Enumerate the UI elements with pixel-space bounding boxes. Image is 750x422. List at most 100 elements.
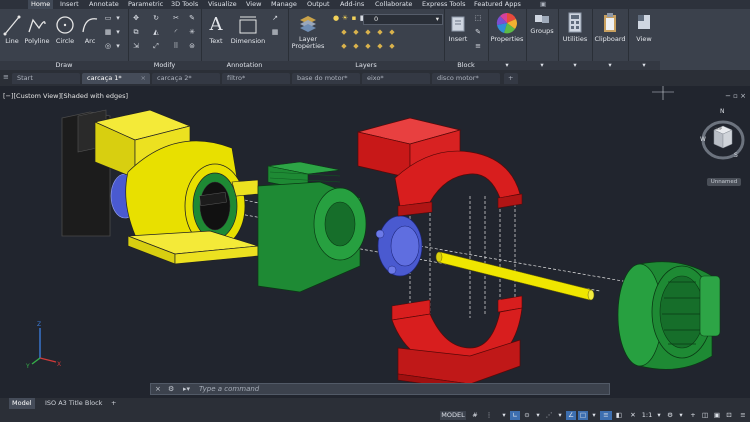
dropdown-icon[interactable]: ▾ bbox=[556, 411, 564, 420]
layer-tool-icon[interactable]: ◆ bbox=[340, 43, 348, 50]
command-input[interactable]: Type a command bbox=[199, 384, 259, 395]
object-snap-tracking-icon[interactable]: ∠ bbox=[566, 411, 576, 420]
dropdown-icon[interactable]: ▾ bbox=[655, 411, 663, 420]
rotate-icon[interactable]: ↻ bbox=[152, 15, 160, 22]
snap-icon[interactable]: ⋮ bbox=[484, 411, 494, 420]
annotation-panel-label[interactable]: Annotation bbox=[201, 61, 288, 70]
explode-icon[interactable]: ✳ bbox=[188, 29, 196, 36]
tab-insert[interactable]: Insert bbox=[60, 0, 79, 9]
create-block-icon[interactable]: ⬚ bbox=[474, 15, 482, 22]
doc-tab-start[interactable]: Start bbox=[12, 73, 80, 84]
layer-tool-icon[interactable]: ◆ bbox=[352, 43, 360, 50]
erase-icon[interactable]: ✎ bbox=[188, 15, 196, 22]
tab-featured-apps[interactable]: Featured Apps bbox=[474, 0, 521, 9]
dropdown-icon[interactable]: ▾ bbox=[500, 411, 508, 420]
hardware-acceleration-icon[interactable]: ◫ bbox=[700, 411, 710, 420]
viewcube-west[interactable]: W bbox=[700, 136, 706, 143]
utilities-dropdown[interactable]: ▾ bbox=[558, 61, 592, 70]
dimension-button[interactable]: Dimension bbox=[229, 14, 267, 45]
edit-block-icon[interactable]: ✎ bbox=[474, 29, 482, 36]
lightbulb-icon[interactable]: ● bbox=[332, 15, 340, 22]
fillet-icon[interactable]: ◜ bbox=[172, 29, 180, 36]
tab-output[interactable]: Output bbox=[307, 0, 330, 9]
lock-icon[interactable]: ▪ bbox=[350, 15, 358, 22]
plus-icon[interactable]: + bbox=[688, 411, 698, 420]
clean-screen-icon[interactable]: ⊡ bbox=[724, 411, 734, 420]
layer-tool-icon[interactable]: ◆ bbox=[388, 43, 396, 50]
ucs-named-badge[interactable]: Unnamed bbox=[707, 178, 741, 186]
circle-button[interactable]: Circle bbox=[54, 14, 76, 45]
dropdown-icon[interactable]: ▾ bbox=[677, 411, 685, 420]
stretch-icon[interactable]: ⇲ bbox=[132, 43, 140, 50]
copy-icon[interactable]: ⧉ bbox=[132, 29, 140, 36]
annotation-scale-icon[interactable]: ✕ bbox=[628, 411, 638, 420]
dropdown-icon[interactable]: ▾ bbox=[534, 411, 542, 420]
utilities-button[interactable]: Utilities bbox=[559, 12, 591, 43]
drawing-viewport[interactable]: [−][Custom View][Shaded with edges] − ▫ … bbox=[0, 86, 750, 398]
layer-properties-button[interactable]: Layer Properties bbox=[290, 14, 326, 50]
tab-express-tools[interactable]: Express Tools bbox=[422, 0, 465, 9]
viewcube-south[interactable]: S bbox=[734, 152, 738, 159]
layer-tool-icon[interactable]: ◆ bbox=[376, 29, 384, 36]
block-panel-label[interactable]: Block bbox=[444, 61, 488, 70]
tab-home[interactable]: Home bbox=[28, 0, 54, 9]
modify-panel-label[interactable]: Modify bbox=[128, 61, 201, 70]
sun-icon[interactable]: ☀ bbox=[341, 15, 349, 22]
layer-tool-icon[interactable]: ◆ bbox=[352, 29, 360, 36]
view-button[interactable]: View bbox=[629, 12, 659, 43]
customization-menu-icon[interactable]: ≡ bbox=[738, 411, 748, 420]
layer-tool-icon[interactable]: ◆ bbox=[340, 29, 348, 36]
move-icon[interactable]: ✥ bbox=[132, 15, 140, 22]
layers-panel-label[interactable]: Layers bbox=[288, 61, 444, 70]
arc-button[interactable]: Arc bbox=[80, 14, 100, 45]
new-tab-button[interactable]: + bbox=[504, 73, 518, 84]
annotation-scale-value[interactable]: 1:1 bbox=[640, 411, 654, 420]
tab-parametric[interactable]: Parametric bbox=[128, 0, 163, 9]
doc-tab-carcaca-1[interactable]: carcaça 1* × bbox=[82, 73, 150, 84]
model-space-toggle[interactable]: MODEL bbox=[440, 411, 466, 420]
leader-icon[interactable]: ↗ bbox=[271, 15, 279, 22]
lineweight-icon[interactable]: ≡ bbox=[600, 411, 612, 420]
polyline-button[interactable]: Polyline bbox=[23, 14, 51, 45]
tab-manage[interactable]: Manage bbox=[271, 0, 297, 9]
table-icon[interactable]: ▦ bbox=[271, 29, 279, 36]
tab-add-ins[interactable]: Add-ins bbox=[340, 0, 364, 9]
isodraft-icon[interactable]: ⋰ bbox=[544, 411, 554, 420]
transparency-icon[interactable]: ◧ bbox=[614, 411, 624, 420]
tab-annotate[interactable]: Annotate bbox=[89, 0, 119, 9]
viewcube-north[interactable]: N bbox=[720, 108, 725, 115]
close-icon[interactable]: × bbox=[141, 73, 146, 84]
layer-dropdown[interactable]: 0 ▾ bbox=[363, 14, 443, 25]
grid-icon[interactable]: # bbox=[470, 411, 480, 420]
gear-icon[interactable]: ⚙ bbox=[665, 411, 675, 420]
scale-icon[interactable]: ⤢ bbox=[152, 43, 160, 50]
attribute-icon[interactable]: ≡ bbox=[474, 43, 482, 50]
doc-tab-eixo[interactable]: eixo* bbox=[362, 73, 430, 84]
wrench-icon[interactable]: ⚙ bbox=[168, 384, 174, 395]
close-icon[interactable]: × bbox=[155, 384, 161, 395]
offset-icon[interactable]: ⊜ bbox=[188, 43, 196, 50]
tab-collaborate[interactable]: Collaborate bbox=[375, 0, 412, 9]
tab-visualize[interactable]: Visualize bbox=[208, 0, 237, 9]
object-snap-icon[interactable]: □ bbox=[578, 411, 588, 420]
insert-button[interactable]: Insert bbox=[446, 14, 470, 43]
add-layout-button[interactable]: + bbox=[108, 398, 119, 409]
mirror-icon[interactable]: ◭ bbox=[152, 29, 160, 36]
groups-button[interactable]: Groups bbox=[527, 12, 557, 35]
dropdown-icon[interactable]: ▾ bbox=[114, 15, 122, 22]
view-dropdown[interactable]: ▾ bbox=[628, 61, 660, 70]
ortho-icon[interactable]: ∟ bbox=[510, 411, 520, 420]
layout-tab-iso-a3[interactable]: ISO A3 Title Block bbox=[42, 398, 105, 409]
hatch-icon[interactable]: ▦ bbox=[104, 29, 112, 36]
text-button[interactable]: A Text bbox=[205, 14, 227, 45]
dropdown-icon[interactable]: ▾ bbox=[114, 29, 122, 36]
viewcube-top-face[interactable]: TOP bbox=[715, 127, 722, 131]
clipboard-dropdown[interactable]: ▾ bbox=[592, 61, 628, 70]
properties-dropdown[interactable]: ▾ bbox=[488, 61, 526, 70]
boundary-icon[interactable]: ◎ bbox=[104, 43, 112, 50]
doc-tab-base-do-motor[interactable]: base do motor* bbox=[292, 73, 360, 84]
line-button[interactable]: Line bbox=[2, 14, 22, 45]
layer-tool-icon[interactable]: ◆ bbox=[376, 43, 384, 50]
layer-tool-icon[interactable]: ◆ bbox=[388, 29, 396, 36]
doc-tab-disco-motor[interactable]: disco motor* bbox=[432, 73, 500, 84]
